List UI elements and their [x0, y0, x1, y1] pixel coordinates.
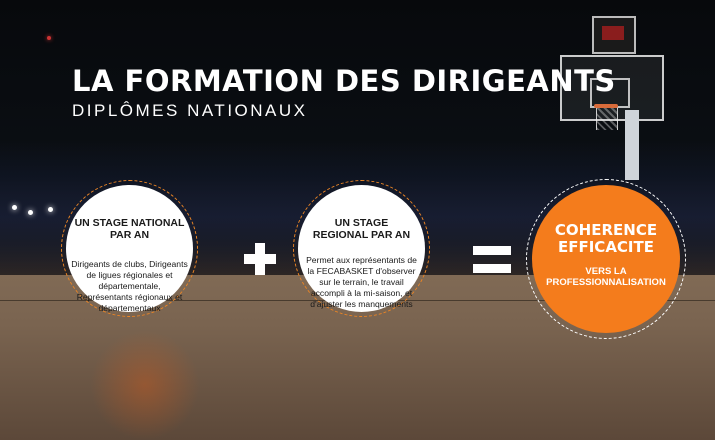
result-heading: COHERENCE EFFICACITE — [554, 221, 658, 256]
stage-regional-circle: UN STAGE REGIONAL PAR AN Permet aux repr… — [298, 185, 425, 312]
result-caption: VERS LA PROFESSIONNALISATION — [546, 266, 666, 288]
stage-national-circle: UN STAGE NATIONAL PAR AN Dirigeants de c… — [66, 185, 193, 313]
page-title: LA FORMATION DES DIRIGEANTS — [72, 64, 616, 98]
basketball-pole — [625, 110, 639, 180]
arena-light — [28, 210, 33, 215]
arena-light — [12, 205, 17, 210]
stage-national-description: Dirigeants de clubs, Dirigeants de ligue… — [71, 259, 188, 313]
shot-clock — [592, 16, 636, 54]
floor-reflection — [90, 330, 200, 440]
result-circle: COHERENCE EFFICACITE VERS LA PROFESSIONN… — [532, 185, 680, 333]
arena-light — [47, 36, 51, 40]
plus-icon — [244, 243, 276, 275]
stage-regional-description: Permet aux représentants de la FECABASKE… — [306, 255, 417, 309]
stage-regional-heading: UN STAGE REGIONAL PAR AN — [312, 217, 411, 241]
basketball-net — [596, 108, 618, 130]
stage-national-heading: UN STAGE NATIONAL PAR AN — [74, 217, 185, 241]
arena-light — [48, 207, 53, 212]
page-subtitle: DIPLÔMES NATIONAUX — [72, 101, 308, 120]
equals-icon — [473, 246, 511, 274]
